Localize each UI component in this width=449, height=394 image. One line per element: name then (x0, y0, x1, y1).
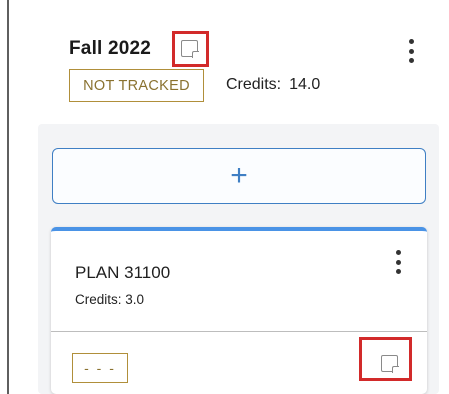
add-course-button[interactable]: + (52, 148, 426, 204)
course-menu-icon[interactable] (388, 247, 408, 277)
course-code: PLAN 31100 (75, 263, 171, 282)
term-credits-value: 14.0 (289, 76, 321, 93)
term-column: Fall 2022 NOT TRACKED Credits: 14.0 + PLA… (0, 0, 449, 394)
term-status-badge: NOT TRACKED (69, 69, 204, 102)
course-credits: Credits: 3.0 (75, 292, 145, 307)
term-credits: Credits: 14.0 (226, 76, 320, 94)
course-note-highlight (359, 337, 412, 381)
course-grade-badge[interactable]: - - - (72, 353, 128, 383)
term-credits-label: Credits: (226, 76, 282, 93)
term-menu-icon[interactable] (401, 36, 421, 66)
column-divider (7, 0, 9, 394)
term-note-highlight (172, 31, 209, 67)
card-divider (51, 331, 427, 332)
add-icon: + (230, 159, 248, 192)
term-title: Fall 2022 (69, 38, 152, 59)
